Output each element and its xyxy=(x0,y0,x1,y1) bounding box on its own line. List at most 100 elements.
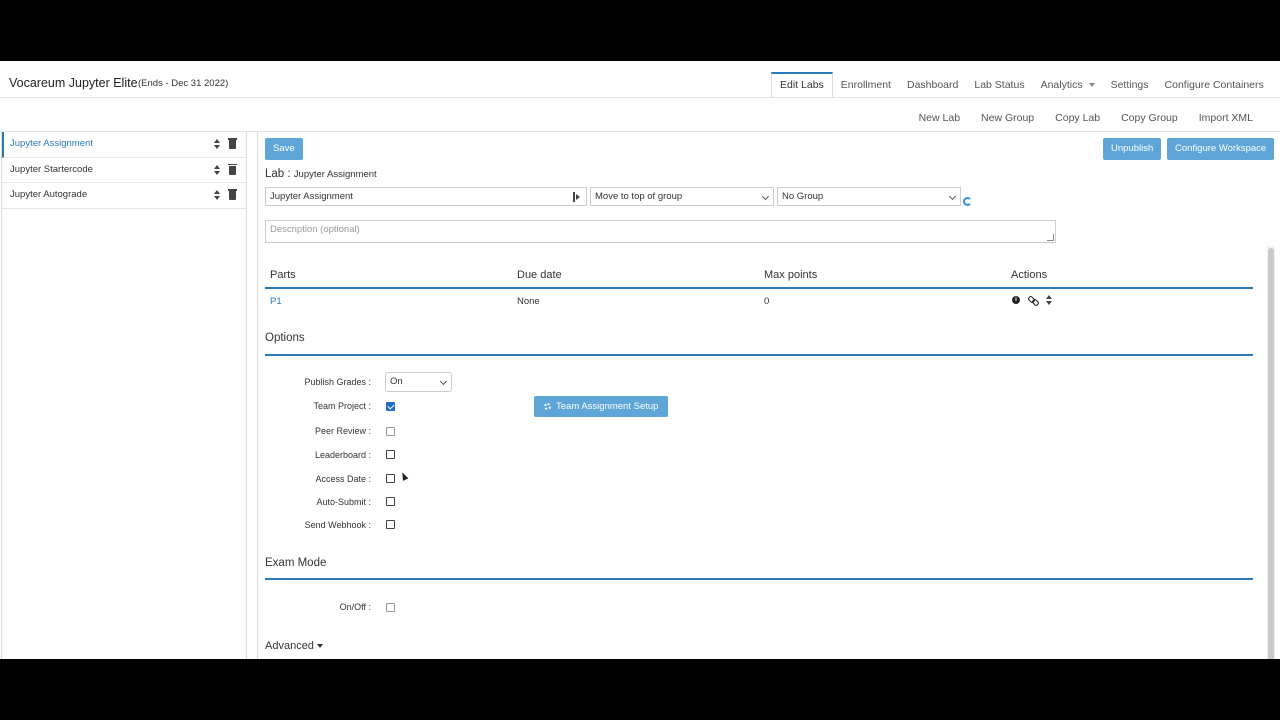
options-divider xyxy=(265,354,1253,356)
tab-analytics-label: Analytics xyxy=(1040,79,1083,91)
sidebar-item-actions xyxy=(214,158,237,182)
sidebar-item-jupyter-assignment[interactable]: Jupyter Assignment xyxy=(2,132,246,158)
configure-workspace-button[interactable]: Configure Workspace xyxy=(1167,138,1275,160)
link-icon[interactable] xyxy=(1029,296,1037,304)
trash-icon[interactable] xyxy=(228,163,237,175)
exam-mode-title: Exam Mode xyxy=(265,557,327,569)
chevron-down-icon xyxy=(948,192,957,201)
description-placeholder: Description (optional) xyxy=(270,224,360,235)
mouse-cursor-icon xyxy=(399,471,409,481)
publish-grades-value: On xyxy=(390,376,403,387)
due-date-cell: None xyxy=(517,296,540,307)
scrollbar-thumb[interactable] xyxy=(1268,248,1274,659)
copy-lab-link[interactable]: Copy Lab xyxy=(1055,112,1100,124)
position-select-value: Move to top of group xyxy=(595,191,683,202)
column-due-date: Due date xyxy=(517,269,562,281)
gear-icon xyxy=(544,403,551,410)
lab-actions-bar: New Lab New Group Copy Lab Copy Group Im… xyxy=(898,112,1253,124)
lab-editor: Save Unpublish Configure Workspace Lab :… xyxy=(257,132,1275,659)
tab-lab-status[interactable]: Lab Status xyxy=(966,72,1032,98)
sidebar-item-jupyter-autograde[interactable]: Jupyter Autograde xyxy=(2,183,246,209)
trash-icon[interactable] xyxy=(228,138,237,149)
caret-down-icon xyxy=(316,644,323,649)
sidebar-item-actions xyxy=(214,132,237,156)
unpublish-button[interactable]: Unpublish xyxy=(1103,138,1162,160)
sidebar-item-label: Jupyter Autograde xyxy=(10,189,88,200)
app-title: Vocareum Jupyter Elite xyxy=(9,76,138,90)
sidebar-item-label: Jupyter Startercode xyxy=(10,163,93,175)
team-project-checkbox[interactable] xyxy=(386,402,395,411)
top-navigation: Edit Labs Enrollment Dashboard Lab Statu… xyxy=(771,72,1272,98)
send-webhook-checkbox[interactable] xyxy=(386,520,395,529)
auto-submit-checkbox[interactable] xyxy=(386,497,395,506)
chevron-down-icon xyxy=(761,192,770,201)
position-select[interactable]: Move to top of group xyxy=(590,187,774,206)
group-select-value: No Group xyxy=(782,191,824,202)
column-actions: Actions xyxy=(1011,269,1048,281)
peer-review-checkbox[interactable] xyxy=(386,427,395,436)
tab-enrollment[interactable]: Enrollment xyxy=(833,72,899,98)
access-date-checkbox[interactable] xyxy=(386,474,395,483)
leaderboard-label: Leaderboard : xyxy=(314,450,371,460)
refresh-icon[interactable] xyxy=(963,197,972,206)
chevron-down-icon xyxy=(1088,83,1095,88)
max-points-cell: 0 xyxy=(764,296,770,307)
save-button[interactable]: Save xyxy=(265,138,303,160)
sidebar-item-label: Jupyter Assignment xyxy=(10,138,93,149)
parts-table-header: Parts Due date Max points Actions xyxy=(265,263,1253,289)
lab-heading: Lab : Jupyter Assignment xyxy=(265,168,377,180)
app-window: Vocareum Jupyter Elite (Ends - Dec 31 20… xyxy=(0,61,1280,659)
lab-name-value: Jupyter Assignment xyxy=(270,191,353,202)
chevron-down-icon xyxy=(439,377,448,386)
description-textarea[interactable]: Description (optional) xyxy=(265,220,1056,243)
tab-edit-labs[interactable]: Edit Labs xyxy=(771,72,833,98)
exam-mode-divider xyxy=(265,578,1253,580)
team-assignment-setup-label: Team Assignment Setup xyxy=(556,401,659,412)
copy-group-link[interactable]: Copy Group xyxy=(1121,112,1178,124)
row-actions: i xyxy=(1012,295,1053,305)
sort-icon[interactable] xyxy=(214,139,221,149)
column-parts: Parts xyxy=(270,269,296,281)
options-title: Options xyxy=(265,332,305,344)
new-lab-link[interactable]: New Lab xyxy=(919,112,960,124)
trash-icon[interactable] xyxy=(228,189,237,200)
drag-handle-icon[interactable] xyxy=(573,192,580,202)
exam-mode-checkbox[interactable] xyxy=(386,603,395,612)
sidebar-item-jupyter-startercode[interactable]: Jupyter Startercode xyxy=(2,158,246,183)
tab-analytics[interactable]: Analytics xyxy=(1033,72,1103,98)
exam-onoff-label: On/Off : xyxy=(339,602,371,612)
new-group-link[interactable]: New Group xyxy=(981,112,1034,124)
lab-heading-name: Jupyter Assignment xyxy=(293,169,377,180)
lab-list-sidebar: Jupyter Assignment Jupyter Startercode J… xyxy=(1,132,247,659)
publish-grades-select[interactable]: On xyxy=(385,372,452,392)
group-select[interactable]: No Group xyxy=(777,187,961,206)
send-webhook-label: Send Webhook : xyxy=(304,520,371,530)
lab-name-input[interactable]: Jupyter Assignment xyxy=(265,187,587,206)
team-assignment-setup-button[interactable]: Team Assignment Setup xyxy=(534,396,669,417)
peer-review-label: Peer Review : xyxy=(314,426,371,436)
advanced-label: Advanced xyxy=(265,640,314,652)
leaderboard-checkbox[interactable] xyxy=(386,450,395,459)
lab-heading-label: Lab : xyxy=(265,168,291,180)
publish-grades-label: Publish Grades : xyxy=(304,377,371,387)
part-link[interactable]: P1 xyxy=(270,296,282,307)
info-icon[interactable]: i xyxy=(1012,296,1020,304)
sort-icon[interactable] xyxy=(1046,295,1053,305)
sort-icon[interactable] xyxy=(214,164,221,175)
import-xml-link[interactable]: Import XML xyxy=(1199,112,1253,124)
tab-settings[interactable]: Settings xyxy=(1103,72,1157,98)
resize-handle-icon[interactable] xyxy=(1047,234,1054,241)
license-end-date: (Ends - Dec 31 2022) xyxy=(138,78,229,89)
table-row: P1 None 0 i xyxy=(265,290,1253,314)
team-project-label: Team Project : xyxy=(313,401,371,411)
access-date-label: Access Date : xyxy=(315,474,371,484)
sort-icon[interactable] xyxy=(214,190,221,200)
auto-submit-label: Auto-Submit : xyxy=(316,497,371,507)
scrollbar[interactable] xyxy=(1267,246,1275,659)
header-divider xyxy=(0,97,1280,98)
column-max-points: Max points xyxy=(764,269,818,281)
sidebar-item-actions xyxy=(214,183,237,207)
tab-dashboard[interactable]: Dashboard xyxy=(899,72,966,98)
tab-configure-containers[interactable]: Configure Containers xyxy=(1157,72,1272,98)
advanced-toggle[interactable]: Advanced xyxy=(265,640,323,652)
